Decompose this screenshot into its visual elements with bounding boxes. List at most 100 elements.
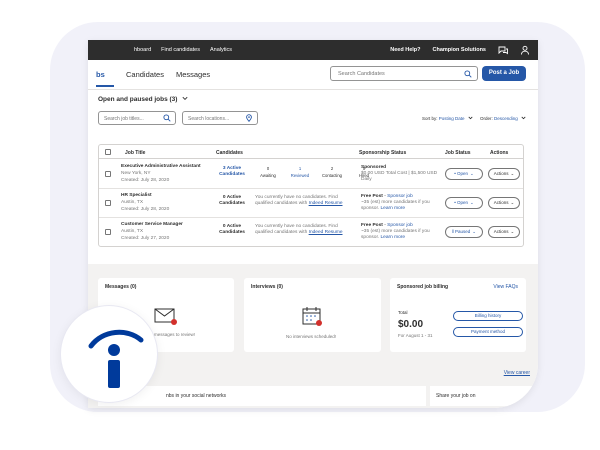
job-created: Created: July 27, 2020 bbox=[121, 236, 170, 241]
job-location: Austin, TX bbox=[121, 229, 144, 234]
job-title-search-input[interactable]: Search job titles... bbox=[98, 111, 176, 125]
top-right-menu: Need Help? Champion Solutions bbox=[390, 45, 530, 55]
billing-history-button[interactable]: Billing history bbox=[453, 311, 523, 321]
stat-value: 0 bbox=[266, 166, 270, 171]
billing-panel-title: Sponsored job billing bbox=[397, 284, 449, 290]
billing-total-label: Total bbox=[398, 310, 408, 315]
actions-dropdown[interactable]: Actions ⌄ bbox=[488, 197, 520, 209]
company-name[interactable]: Champion Solutions bbox=[433, 47, 486, 53]
stat-label: Contacting bbox=[321, 173, 343, 178]
billing-period: For August 1 - 31 bbox=[398, 333, 433, 338]
sponsorship-title: Free Post bbox=[361, 223, 383, 228]
tab-messages[interactable]: Messages bbox=[176, 70, 210, 87]
messages-panel-title: Messages (0) bbox=[105, 284, 137, 290]
share-job-banner: Share your job on bbox=[430, 386, 538, 406]
sort-select[interactable]: Sort by: Posting Date bbox=[422, 116, 473, 121]
select-all-checkbox[interactable] bbox=[105, 149, 111, 155]
row-checkbox[interactable] bbox=[105, 229, 111, 235]
table-header: Job Title Candidates Sponsorship Status … bbox=[99, 145, 523, 159]
actions-dropdown[interactable]: Actions ⌄ bbox=[488, 168, 520, 180]
header-actions: Actions bbox=[490, 150, 509, 156]
chevron-down-icon bbox=[182, 96, 188, 101]
account-icon[interactable] bbox=[520, 45, 530, 55]
chevron-down-icon: ⌄ bbox=[510, 171, 515, 176]
order-label: Order: bbox=[480, 116, 493, 121]
sponsorship-title: Free Post bbox=[361, 194, 383, 199]
job-status-value: Paused bbox=[455, 229, 471, 234]
search-icon[interactable] bbox=[464, 70, 472, 78]
top-navigation-bar: hboard Find candidates Analytics Need He… bbox=[88, 40, 538, 60]
job-created: Created: July 28, 2020 bbox=[121, 178, 170, 183]
indeed-logo-icon bbox=[88, 329, 144, 388]
tab-candidates[interactable]: Candidates bbox=[126, 70, 164, 87]
location-search-placeholder: Search locations... bbox=[188, 116, 230, 122]
sponsorship-status: Free Post - Sponsor job ~35 (est) more c… bbox=[361, 194, 430, 211]
learn-more-link[interactable]: Learn more bbox=[380, 206, 405, 211]
chevron-down-icon: ⌄ bbox=[472, 229, 477, 234]
stat-label: Awaiting bbox=[260, 173, 276, 178]
sort-value: Posting Date bbox=[438, 116, 465, 121]
row-checkbox[interactable] bbox=[105, 200, 111, 206]
no-candidates-message: You currently have no candidates. Find q… bbox=[255, 224, 343, 236]
jobs-filter-title[interactable]: Open and paused jobs (3) bbox=[98, 96, 188, 103]
billing-total-value: $0.00 bbox=[398, 319, 424, 330]
search-icon[interactable] bbox=[163, 114, 171, 122]
actions-dropdown[interactable]: Actions ⌄ bbox=[488, 226, 520, 238]
stat-awaiting[interactable]: 0 Awaiting bbox=[253, 165, 283, 179]
location-pin-icon[interactable] bbox=[245, 114, 253, 122]
chevron-down-icon: ⌄ bbox=[470, 200, 474, 205]
indeed-logo-badge bbox=[60, 305, 158, 403]
billing-panel: Sponsored job billing View FAQs Total $0… bbox=[390, 278, 526, 352]
sponsor-job-link[interactable]: Sponsor job bbox=[387, 194, 413, 199]
actions-label: Actions bbox=[493, 171, 509, 176]
nav-analytics[interactable]: Analytics bbox=[210, 47, 232, 53]
stat-reviewed[interactable]: 1 Reviewed bbox=[285, 165, 315, 179]
job-status-dropdown[interactable]: ‖ Paused ⌄ bbox=[445, 226, 483, 238]
learn-more-link[interactable]: Learn more bbox=[380, 235, 405, 240]
stat-label: Reviewed bbox=[290, 173, 310, 178]
job-status-dropdown[interactable]: • Open ⌄ bbox=[445, 168, 483, 180]
sponsorship-status: Sponsored $0.00 USD Total Cost | $1,500 … bbox=[361, 165, 441, 183]
job-title[interactable]: Executive Administrative Assistant bbox=[121, 164, 201, 169]
no-candidates-message: You currently have no candidates. Find q… bbox=[255, 195, 343, 207]
job-title[interactable]: HR Specialist bbox=[121, 193, 152, 198]
location-search-input[interactable]: Search locations... bbox=[182, 111, 258, 125]
row-checkbox[interactable] bbox=[105, 171, 111, 177]
header-job-title[interactable]: Job Title bbox=[125, 150, 145, 156]
indeed-resume-link[interactable]: Indeed Resume bbox=[309, 201, 343, 206]
interviews-panel-title: Interviews (0) bbox=[251, 284, 283, 290]
help-link[interactable]: Need Help? bbox=[390, 47, 420, 53]
post-job-button[interactable]: Post a Job bbox=[482, 66, 526, 81]
nav-dashboard[interactable]: hboard bbox=[134, 47, 151, 53]
job-created: Created: July 28, 2020 bbox=[121, 207, 170, 212]
job-title[interactable]: Customer Service Manager bbox=[121, 222, 183, 227]
interviews-panel: Interviews (0) No interviews scheduled! bbox=[244, 278, 381, 352]
jobs-filter-label: Open and paused jobs (3) bbox=[98, 96, 178, 103]
sponsor-job-link[interactable]: Sponsor job bbox=[387, 223, 413, 228]
active-candidates-count[interactable]: 3 Active Candidates bbox=[215, 166, 249, 178]
chevron-down-icon: ⌄ bbox=[470, 171, 474, 176]
header-job-status: Job Status bbox=[445, 150, 471, 156]
indeed-resume-link[interactable]: Indeed Resume bbox=[309, 230, 343, 235]
view-faqs-link[interactable]: View FAQs bbox=[493, 284, 518, 290]
job-status-value: Open bbox=[457, 200, 469, 205]
payment-method-button[interactable]: Payment method bbox=[453, 327, 523, 337]
chevron-down-icon bbox=[468, 116, 473, 120]
messages-icon[interactable] bbox=[498, 45, 508, 55]
header-candidates: Candidates bbox=[216, 150, 243, 156]
order-select[interactable]: Order: Descending bbox=[480, 116, 526, 121]
chevron-down-icon: ⌄ bbox=[510, 229, 515, 234]
view-career-page-link[interactable]: View career bbox=[504, 370, 530, 376]
calendar-icon bbox=[302, 307, 322, 326]
active-candidates-count: 0 Active Candidates bbox=[219, 195, 245, 206]
table-row: Executive Administrative Assistant New Y… bbox=[99, 160, 523, 189]
stat-contacting[interactable]: 2 Contacting bbox=[317, 165, 347, 179]
search-placeholder: Search Candidates bbox=[338, 71, 385, 77]
candidate-search-input[interactable]: Search Candidates bbox=[330, 66, 478, 81]
job-status-dropdown[interactable]: • Open ⌄ bbox=[445, 197, 483, 209]
job-status-value: Open bbox=[457, 171, 469, 176]
tab-jobs[interactable]: bs bbox=[96, 70, 114, 87]
messages-empty-text: messages to review! bbox=[154, 332, 196, 337]
nav-find-candidates[interactable]: Find candidates bbox=[161, 47, 200, 53]
top-nav: hboard Find candidates Analytics bbox=[134, 47, 232, 53]
